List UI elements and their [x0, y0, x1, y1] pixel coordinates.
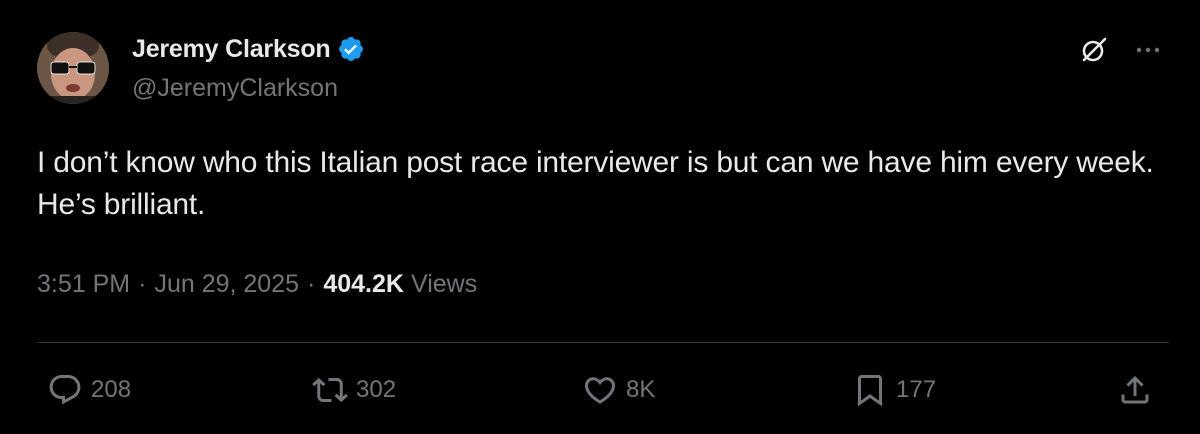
repost-icon	[312, 372, 348, 408]
action-bar: 208 302 8K 177	[37, 364, 1169, 416]
like-button[interactable]: 8K	[582, 364, 655, 416]
tweet-metadata: 3:51 PM · Jun 29, 2025 · 404.2K Views	[37, 270, 477, 299]
bookmark-count: 177	[896, 376, 937, 403]
grok-icon[interactable]	[1078, 34, 1110, 66]
like-icon	[582, 372, 618, 408]
display-name[interactable]: Jeremy Clarkson	[132, 35, 331, 64]
bookmark-icon	[852, 372, 888, 408]
more-options-icon[interactable]	[1132, 34, 1164, 66]
reply-button[interactable]: 208	[47, 364, 131, 416]
like-count: 8K	[626, 376, 656, 403]
views-count[interactable]: 404.2K	[323, 270, 404, 299]
reply-count: 208	[91, 376, 132, 403]
tweet-date[interactable]: Jun 29, 2025	[154, 270, 299, 299]
divider	[37, 342, 1169, 343]
tweet-text: I don’t know who this Italian post race …	[37, 146, 1154, 221]
reply-icon	[47, 372, 83, 408]
user-handle[interactable]: @JeremyClarkson	[132, 74, 338, 103]
repost-button[interactable]: 302	[312, 364, 396, 416]
repost-count: 302	[356, 376, 397, 403]
views-label: Views	[410, 270, 478, 298]
meta-separator: ·	[307, 270, 316, 298]
verified-badge-icon	[337, 35, 365, 63]
meta-separator: ·	[138, 270, 147, 298]
tweet-card: Jeremy Clarkson @JeremyClarkson I don’t …	[0, 0, 1200, 434]
tweet-time[interactable]: 3:51 PM	[37, 270, 130, 299]
share-icon	[1117, 372, 1153, 408]
avatar[interactable]	[37, 32, 109, 104]
author-row: Jeremy Clarkson	[132, 34, 365, 64]
top-actions	[1078, 34, 1164, 66]
bookmark-button[interactable]: 177	[852, 364, 936, 416]
share-button[interactable]	[1117, 364, 1153, 416]
avatar-photo	[37, 32, 109, 104]
